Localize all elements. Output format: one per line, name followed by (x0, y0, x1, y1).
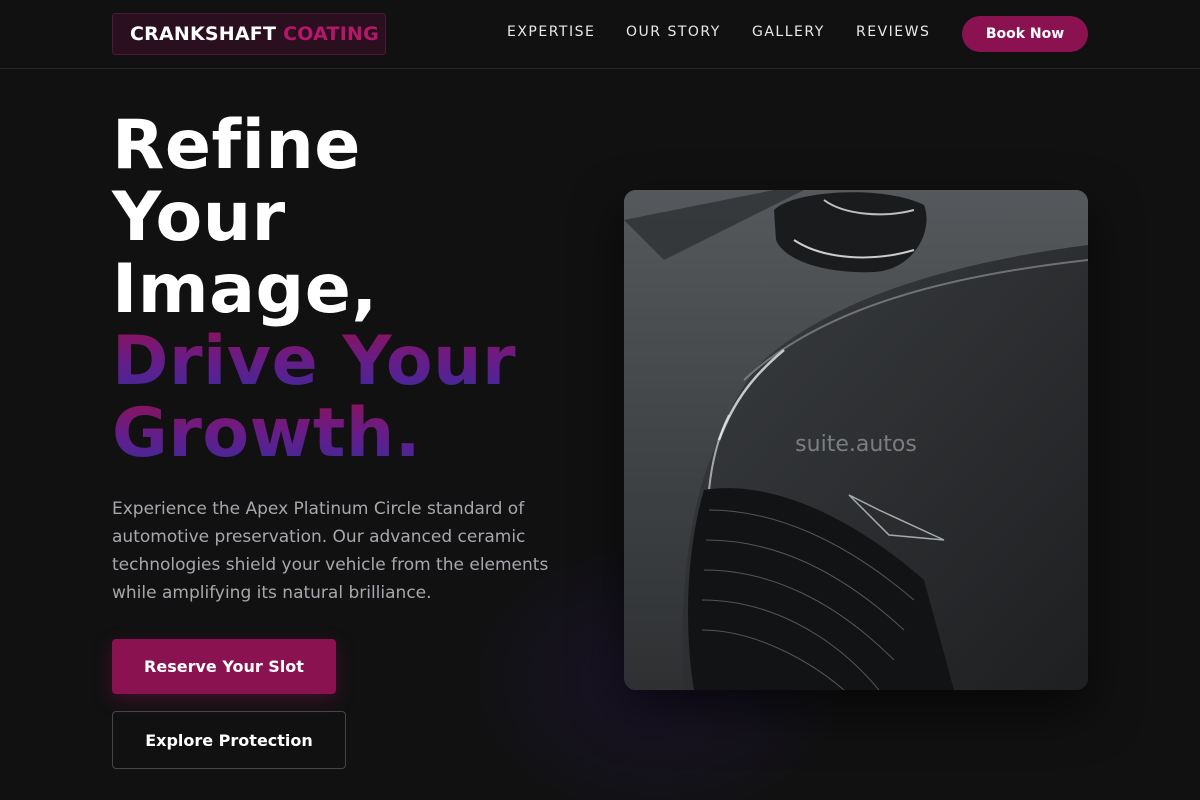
hero-title: Refine Your Image, Drive Your Growth. (112, 110, 592, 470)
brand-word-primary: CRANKSHAFT (130, 23, 277, 45)
hero-title-line: Your (112, 178, 286, 257)
site-header: CRANKSHAFT COATING EXPERTISE OUR STORY G… (0, 0, 1200, 69)
image-watermark: suite.autos (795, 432, 917, 457)
nav-link-gallery[interactable]: GALLERY (752, 24, 825, 40)
hero-car-image: suite.autos (624, 190, 1088, 690)
hero-title-highlight: Growth. (112, 398, 592, 470)
nav-link-our-story[interactable]: OUR STORY (626, 24, 721, 40)
book-now-button[interactable]: Book Now (962, 16, 1088, 52)
hero-title-line: Refine (112, 106, 361, 185)
brand-word-accent: COATING (283, 23, 379, 45)
hero-title-highlight: Drive Your (112, 326, 592, 398)
brand-logo[interactable]: CRANKSHAFT COATING (112, 13, 386, 55)
nav-link-reviews[interactable]: REVIEWS (856, 24, 930, 40)
reserve-slot-button[interactable]: Reserve Your Slot (112, 639, 336, 694)
explore-protection-button[interactable]: Explore Protection (112, 711, 346, 769)
hero-description: Experience the Apex Platinum Circle stan… (112, 499, 549, 603)
nav-link-expertise[interactable]: EXPERTISE (507, 24, 595, 40)
hero-title-line: Image, (112, 250, 378, 329)
